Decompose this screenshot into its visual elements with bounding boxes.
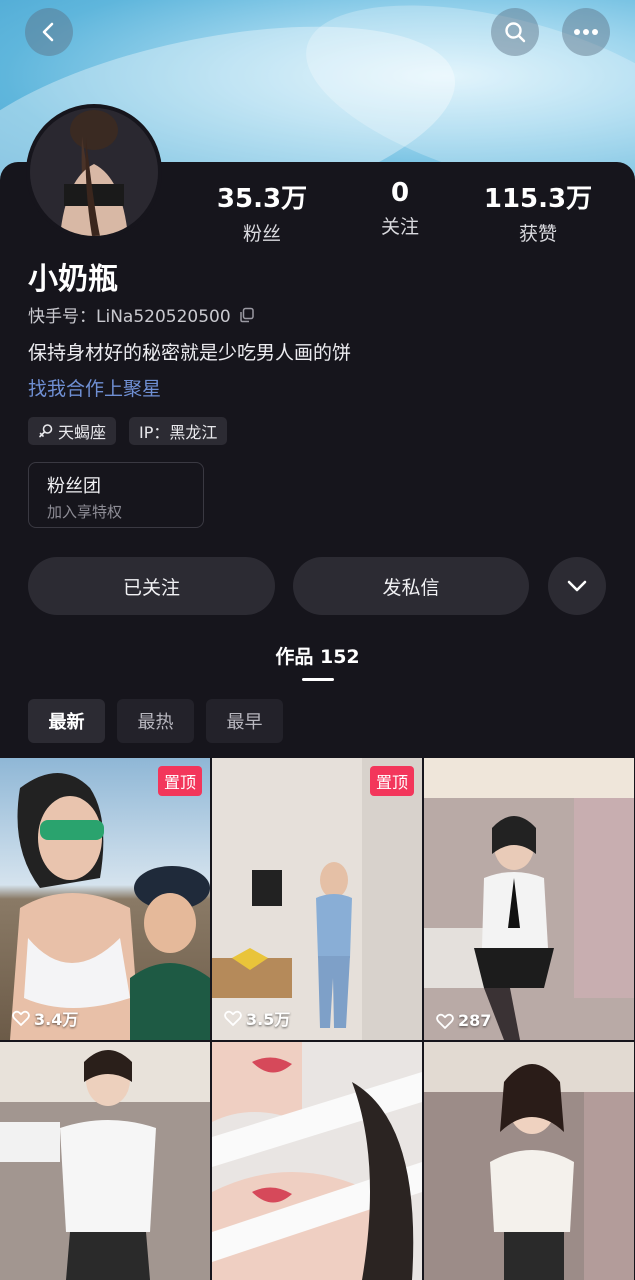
user-id-row: 快手号：LiNa520520500 xyxy=(28,302,255,327)
search-icon xyxy=(505,22,526,43)
video-likes: 3.4万 xyxy=(12,1006,78,1030)
message-label: 发私信 xyxy=(382,576,440,599)
fan-club-title: 粉丝团 xyxy=(47,476,101,497)
stat-following[interactable]: 0 关注 xyxy=(350,178,450,239)
more-button[interactable] xyxy=(562,8,610,56)
zodiac-tag[interactable]: 天蝎座 xyxy=(28,417,117,445)
profile-bio: 保持身材好的秘密就是少吃男人画的饼 xyxy=(28,342,352,364)
video-thumb-3[interactable]: 287 xyxy=(424,758,634,1040)
likes-count: 115.3万 xyxy=(483,184,593,214)
video-thumb-6[interactable] xyxy=(424,1042,634,1280)
pinned-badge: 置顶 xyxy=(369,766,414,796)
profile-name: 小奶瓶 xyxy=(28,262,118,297)
back-icon xyxy=(42,22,54,42)
avatar[interactable] xyxy=(26,104,162,240)
video-thumb-1[interactable]: 置顶 3.4万 xyxy=(0,758,210,1040)
heart-icon xyxy=(224,1010,242,1026)
video-likes: 287 xyxy=(436,1011,491,1030)
stat-likes[interactable]: 115.3万 获赞 xyxy=(478,178,598,246)
video-likes-count: 3.5万 xyxy=(246,1010,291,1029)
expand-button[interactable] xyxy=(548,557,606,615)
following-count: 0 xyxy=(390,178,410,208)
heart-icon xyxy=(436,1013,454,1029)
fan-club-subtitle: 加入享特权 xyxy=(47,503,123,521)
ip-label: IP：黑龙江 xyxy=(139,423,218,442)
user-id-value: LiNa520520500 xyxy=(96,307,231,327)
message-button[interactable]: 发私信 xyxy=(293,557,529,615)
likes-label: 获赞 xyxy=(518,223,557,245)
fans-label: 粉丝 xyxy=(242,223,281,245)
sort-earliest[interactable]: 最早 xyxy=(206,699,283,743)
copy-icon[interactable] xyxy=(239,307,255,323)
video-likes-count: 287 xyxy=(458,1011,492,1030)
sort-latest[interactable]: 最新 xyxy=(28,699,105,743)
tab-indicator xyxy=(302,678,334,681)
fan-club-card[interactable]: 粉丝团 加入享特权 xyxy=(28,462,204,528)
ip-tag: IP：黑龙江 xyxy=(129,417,228,445)
back-button[interactable] xyxy=(25,8,73,56)
chevron-down-icon xyxy=(567,580,587,592)
more-icon xyxy=(574,29,598,35)
heart-icon xyxy=(12,1010,30,1026)
fans-count: 35.3万 xyxy=(216,184,308,214)
video-likes-count: 3.4万 xyxy=(34,1010,79,1029)
user-id-label: 快手号： xyxy=(28,307,96,327)
video-thumb-4[interactable] xyxy=(0,1042,210,1280)
video-thumb-2[interactable]: 置顶 3.5万 xyxy=(212,758,422,1040)
cooperation-link[interactable]: 找我合作上聚星 xyxy=(28,374,161,401)
zodiac-label: 天蝎座 xyxy=(58,423,107,442)
video-likes: 3.5万 xyxy=(224,1006,290,1030)
followed-label: 已关注 xyxy=(122,576,180,599)
stat-fans[interactable]: 35.3万 粉丝 xyxy=(212,178,312,246)
search-button[interactable] xyxy=(491,8,539,56)
zodiac-icon xyxy=(39,424,53,438)
tab-works[interactable]: 作品 152 xyxy=(0,642,635,669)
video-thumb-5[interactable] xyxy=(212,1042,422,1280)
sort-hottest[interactable]: 最热 xyxy=(117,699,194,743)
following-label: 关注 xyxy=(380,216,419,238)
followed-button[interactable]: 已关注 xyxy=(28,557,275,615)
pinned-badge: 置顶 xyxy=(157,766,202,796)
